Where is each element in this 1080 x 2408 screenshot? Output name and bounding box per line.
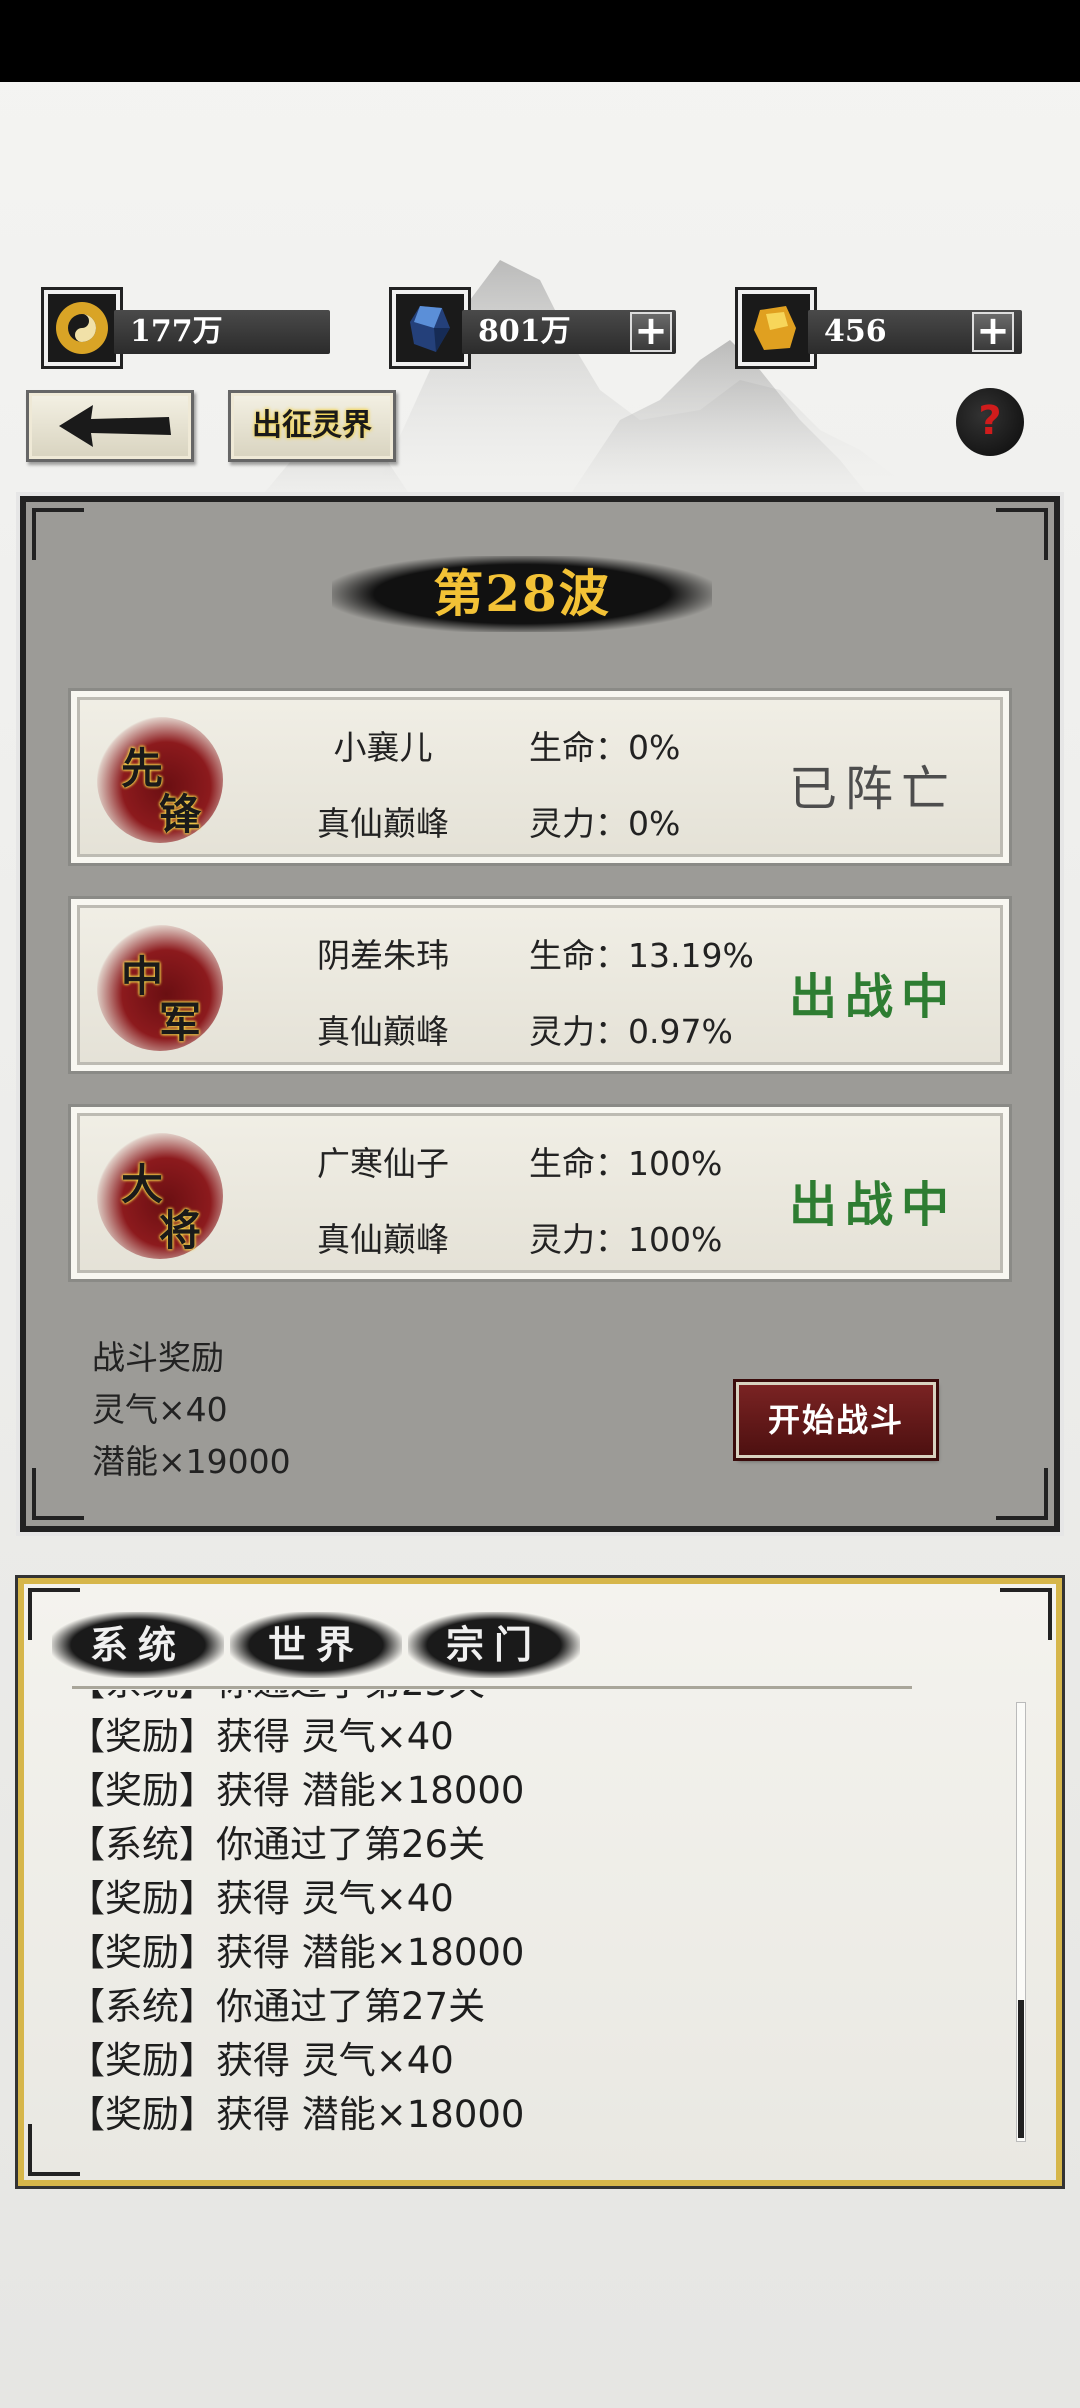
hero-mp: 灵力：0% bbox=[529, 804, 681, 843]
hero-card-vanguard[interactable]: 先 锋 小襄儿 真仙巅峰 生命：0% 灵力：0% 已阵亡 bbox=[68, 688, 1012, 866]
general-badge-icon: 大 将 bbox=[97, 1133, 223, 1259]
list-item: 【系统】你通过了第27关 bbox=[68, 1985, 486, 2028]
tab-system[interactable]: 系统 bbox=[52, 1612, 224, 1678]
hero-name: 小襄儿 bbox=[333, 728, 433, 767]
arrow-left-icon bbox=[59, 405, 171, 447]
hero-hp: 生命：13.19% bbox=[529, 936, 754, 975]
add-crystal-button[interactable]: + bbox=[630, 311, 672, 352]
help-button[interactable]: ? bbox=[956, 388, 1024, 456]
list-item: 【奖励】获得 灵气×40 bbox=[68, 1877, 454, 1920]
wave-title: 第28波 bbox=[332, 556, 712, 632]
hero-status: 出战中 bbox=[788, 1177, 957, 1233]
reward-item: 潜能×19000 bbox=[92, 1442, 291, 1481]
list-item: 【系统】你通过了第26关 bbox=[68, 1823, 486, 1866]
tab-divider bbox=[72, 1686, 912, 1689]
bagua-icon bbox=[41, 287, 123, 369]
corner-ornament bbox=[32, 508, 84, 560]
list-item: 【奖励】获得 潜能×18000 bbox=[68, 1769, 525, 1812]
hero-status: 出战中 bbox=[788, 969, 957, 1025]
hero-status: 已阵亡 bbox=[788, 761, 957, 817]
add-gold-button[interactable]: + bbox=[972, 311, 1014, 352]
list-item: 【奖励】获得 潜能×18000 bbox=[68, 2093, 525, 2136]
hero-name: 广寒仙子 bbox=[317, 1144, 449, 1183]
hero-rank: 真仙巅峰 bbox=[317, 1220, 449, 1259]
hero-hp: 生命：0% bbox=[529, 728, 681, 767]
hero-name: 阴差朱玮 bbox=[317, 936, 449, 975]
center-army-badge-icon: 中 军 bbox=[97, 925, 223, 1051]
hero-mp: 灵力：0.97% bbox=[529, 1012, 733, 1051]
corner-ornament bbox=[996, 1468, 1048, 1520]
log-list[interactable]: 【系统】你通过了第25关 【奖励】获得 灵气×40 【奖励】获得 潜能×1800… bbox=[68, 1690, 998, 2148]
badge-char: 中 bbox=[121, 952, 164, 1001]
badge-char: 军 bbox=[159, 998, 202, 1047]
list-item: 【系统】你通过了第25关 bbox=[68, 1690, 998, 1710]
badge-char: 先 bbox=[121, 744, 164, 793]
list-item: 【奖励】获得 潜能×18000 bbox=[68, 1931, 525, 1974]
badge-char: 大 bbox=[121, 1160, 164, 1209]
battle-reward: 战斗奖励 灵气×40 潜能×19000 bbox=[92, 1332, 291, 1488]
vanguard-badge-icon: 先 锋 bbox=[97, 717, 223, 843]
tab-sect[interactable]: 宗门 bbox=[408, 1612, 580, 1678]
list-item: 【奖励】获得 灵气×40 bbox=[68, 1715, 454, 1758]
badge-char: 将 bbox=[159, 1206, 202, 1255]
hero-hp: 生命：100% bbox=[529, 1144, 723, 1183]
corner-ornament bbox=[32, 1468, 84, 1520]
hero-mp: 灵力：100% bbox=[529, 1220, 723, 1259]
reward-title: 战斗奖励 bbox=[92, 1338, 224, 1377]
expedition-realm-button[interactable]: 出征灵界 bbox=[228, 390, 396, 462]
gold-ingot-icon bbox=[735, 287, 817, 369]
hero-rank: 真仙巅峰 bbox=[317, 804, 449, 843]
back-button[interactable] bbox=[26, 390, 194, 462]
corner-ornament bbox=[996, 508, 1048, 560]
log-scrollbar-thumb[interactable] bbox=[1018, 2000, 1024, 2138]
reward-item: 灵气×40 bbox=[92, 1390, 228, 1429]
blue-crystal-icon bbox=[389, 287, 471, 369]
list-item: 【奖励】获得 灵气×40 bbox=[68, 2039, 454, 2082]
tab-world[interactable]: 世界 bbox=[230, 1612, 402, 1678]
hero-card-center[interactable]: 中 军 阴差朱玮 真仙巅峰 生命：13.19% 灵力：0.97% 出战中 bbox=[68, 896, 1012, 1074]
corner-ornament bbox=[1000, 1588, 1052, 1640]
badge-char: 锋 bbox=[159, 790, 202, 839]
currency-value: 177万 bbox=[114, 310, 330, 354]
hero-card-general[interactable]: 大 将 广寒仙子 真仙巅峰 生命：100% 灵力：100% 出战中 bbox=[68, 1104, 1012, 1282]
system-status-bar bbox=[0, 0, 1080, 82]
hero-rank: 真仙巅峰 bbox=[317, 1012, 449, 1051]
start-battle-button[interactable]: 开始战斗 bbox=[733, 1379, 939, 1461]
ink-mountain-backdrop bbox=[250, 260, 900, 510]
